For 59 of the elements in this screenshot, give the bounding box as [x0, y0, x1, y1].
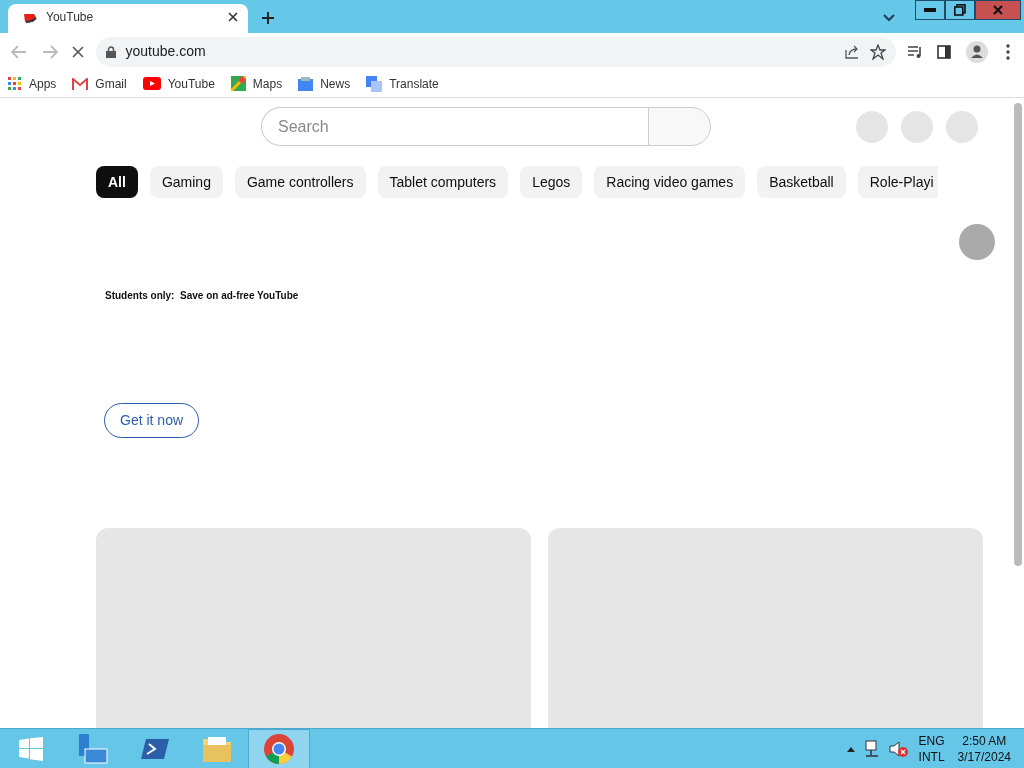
placeholder-circle — [946, 110, 978, 143]
placeholder-circle — [901, 110, 933, 143]
search-field[interactable]: Search — [261, 107, 648, 146]
scrollbar-thumb[interactable] — [1014, 103, 1022, 566]
bookmark[interactable]: Maps — [230, 74, 283, 93]
filter-chip[interactable]: Racing video games — [594, 166, 746, 198]
side-panel-icon[interactable] — [937, 45, 952, 60]
bookmark[interactable]: Apps — [8, 74, 57, 93]
language-indicator[interactable]: ENG INTL — [918, 732, 945, 765]
share-icon[interactable] — [843, 43, 860, 60]
chevron-down-icon[interactable] — [883, 13, 896, 22]
show-hidden-icon[interactable] — [846, 746, 855, 752]
bookmark[interactable]: News — [298, 74, 351, 93]
browser-tab[interactable]: YouTube — [8, 4, 248, 33]
minimize-button[interactable] — [914, 0, 945, 20]
bookmark[interactable]: Translate — [366, 74, 439, 93]
chrome-icon — [263, 732, 295, 765]
restore-button[interactable] — [944, 0, 975, 20]
folder-icon — [202, 734, 232, 763]
map-icon — [230, 76, 246, 91]
minimize-icon — [923, 8, 936, 12]
promo-text: Students only: Save on ad-free YouTube — [105, 289, 300, 303]
media-icon[interactable] — [906, 45, 923, 60]
url-text: youtube.com — [125, 42, 207, 61]
windows-icon — [19, 736, 43, 761]
close-icon[interactable] — [228, 11, 238, 22]
news-icon — [298, 76, 314, 91]
loading-circle — [959, 224, 995, 260]
star-icon[interactable] — [869, 43, 886, 60]
close-icon — [992, 5, 1003, 15]
filter-chip[interactable]: All — [96, 166, 138, 198]
bookmark[interactable]: Gmail — [72, 74, 127, 93]
youtube-icon — [142, 77, 161, 90]
translate-icon — [366, 75, 383, 92]
clock[interactable]: 2:50 AM 3/17/2024 — [957, 732, 1011, 765]
close-button[interactable] — [974, 0, 1021, 20]
filter-chip[interactable]: Legos — [520, 166, 583, 198]
filter-chip[interactable]: Tablet computers — [377, 166, 509, 198]
bookmark[interactable]: YouTube — [142, 74, 215, 93]
powershell-icon — [141, 737, 169, 760]
filter-chip[interactable]: Game controllers — [234, 166, 366, 198]
new-tab-icon[interactable] — [261, 10, 275, 25]
filter-chip[interactable]: Basketball — [757, 166, 846, 198]
server-manager-icon — [77, 732, 109, 765]
taskbar-button[interactable] — [248, 728, 310, 768]
stop-icon[interactable] — [72, 46, 85, 59]
placeholder-circle — [856, 110, 888, 143]
address-bar[interactable]: youtube.com — [95, 36, 896, 67]
tab-title: YouTube — [46, 8, 95, 26]
filter-chip[interactable]: Gaming — [149, 166, 223, 198]
get-it-now-button[interactable]: Get it now — [104, 403, 200, 438]
restore-icon — [953, 4, 966, 16]
menu-icon[interactable] — [1005, 44, 1010, 61]
volume-muted-icon[interactable] — [888, 740, 909, 759]
lock-icon — [105, 45, 116, 58]
filter-chip[interactable]: Role-Playi — [857, 166, 938, 198]
profile-icon[interactable] — [965, 40, 988, 63]
gmail-icon — [72, 77, 89, 90]
apps-icon — [8, 76, 22, 91]
